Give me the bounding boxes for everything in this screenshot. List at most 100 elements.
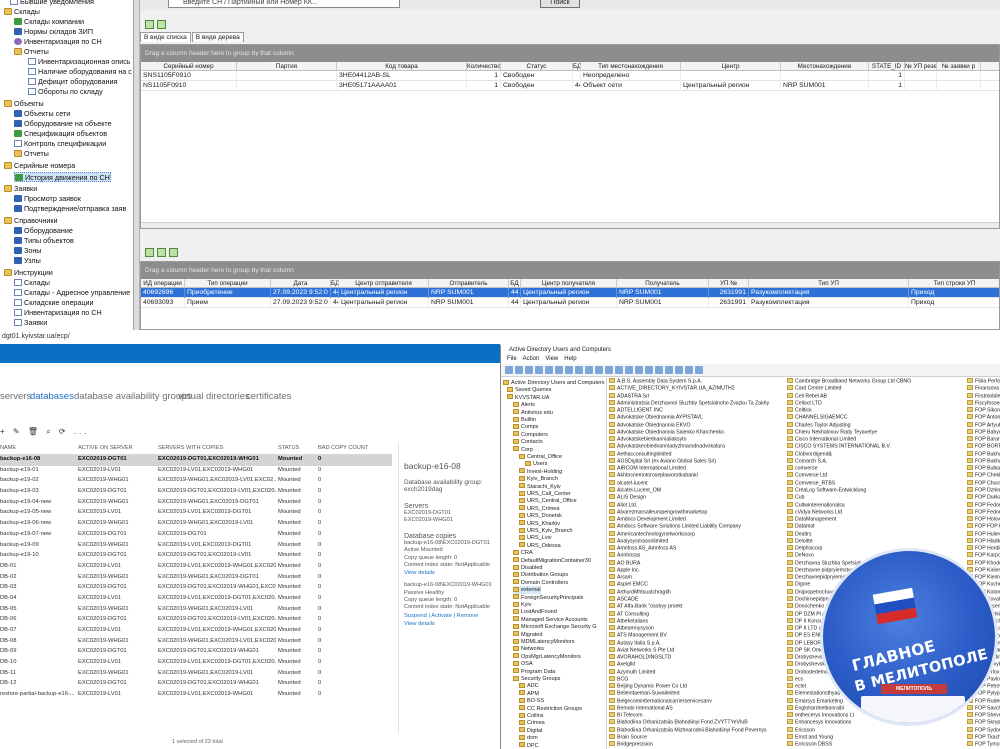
eac-toolbar[interactable]: + ✎ 🗑 ⌕ ⟳ ... — [0, 427, 90, 437]
ad-list-item[interactable]: Charles Taylor Adjusting — [787, 421, 963, 429]
ad-list-item[interactable]: FOP Bukhai — [967, 457, 1000, 465]
ad-list-item[interactable]: Blahodiina Orhanizatsiia Mizhnarodnii Bl… — [609, 726, 785, 734]
excel-export-icon[interactable] — [157, 20, 166, 29]
table-row[interactable]: DB-10 EXC02019-LV01 EXC02019-LV01,EXC02019… — [0, 658, 392, 669]
table-row[interactable]: backup-e16-08 EXC02019-DGT01 EXC02019-DGT0… — [0, 455, 392, 466]
toolbar-icon[interactable] — [595, 366, 603, 374]
toolbar-icon[interactable] — [645, 366, 653, 374]
ad-list-item[interactable]: Anntrosas — [609, 552, 785, 559]
ad-list-item[interactable]: Fiscyfossee — [967, 399, 1000, 407]
tree-node[interactable]: Оборудование на объекте — [14, 119, 112, 129]
menu-file[interactable]: File — [507, 356, 517, 362]
ad-list-item[interactable]: AO BURA — [609, 559, 785, 567]
toolbar-icon[interactable] — [625, 366, 633, 374]
ad-list-item[interactable]: Bemobi International AS — [609, 704, 785, 712]
serial-search-input[interactable]: Введите СН / Партийный или Номер КК... — [168, 0, 400, 8]
table-row[interactable]: backup-e19-01 EXC02019-LV01 EXC02019-LV01,… — [0, 466, 392, 477]
nav-certificates[interactable]: certificates — [246, 391, 291, 402]
toolbar-icon[interactable] — [505, 366, 513, 374]
table-row[interactable]: backup-e19-04-new EXC02019-WHG01 EXC02019-… — [0, 498, 392, 509]
ad-list-item[interactable]: FOP BORTN — [967, 443, 1000, 450]
ad-tree-node[interactable]: DPC — [519, 742, 539, 749]
tree-node[interactable]: Оборудование — [14, 226, 73, 236]
ad-list-item[interactable]: FOP Fedore — [967, 501, 1000, 509]
tab-list-view[interactable]: В виде списка — [140, 32, 191, 42]
ad-list-item[interactable]: FOP Huliev — [967, 530, 1000, 538]
ad-list-item[interactable]: Belgecomintternationalcarrierservicesanv — [609, 697, 785, 705]
nav-databases[interactable]: databases — [30, 391, 74, 402]
ad-list-item[interactable]: Cultwinterenationalsa — [787, 501, 963, 509]
ad-list-item[interactable]: FOP Fedore — [967, 508, 1000, 516]
ad-list-item[interactable]: FOP FOP Kot — [967, 523, 1000, 530]
ad-list-item[interactable]: BCG — [609, 675, 785, 683]
ad-list-item[interactable]: Aviat Networks S Pte Ltd — [609, 646, 785, 654]
ad-list-item[interactable]: A.B.S. Assembly Data System S.p.A. — [609, 378, 785, 385]
nav-servers[interactable]: servers — [0, 391, 31, 402]
ad-list-item[interactable]: Advokatske Obiednannia Saienko Kharchenk… — [609, 428, 785, 436]
ad-list-item[interactable]: Alcatel-Lucent_OM — [609, 486, 785, 494]
ad-list-item[interactable]: Amnfoss AS_Amnfoss AS — [609, 545, 785, 552]
ad-list-item[interactable]: comverse — [787, 465, 963, 472]
table-row[interactable]: DB-08 EXC02019-WHG01 EXC02019-WHG01,EXC020… — [0, 637, 392, 648]
table-row[interactable]: DB-03 EXC02019-DGT01 EXC02019-DGT01,EXC020… — [0, 583, 392, 594]
ad-list-item[interactable]: FOP Bukha — [967, 450, 1000, 458]
ad-list-item[interactable]: Blahodiina Orhanizatsiia Blahodiinyi Fon… — [609, 719, 785, 726]
ad-list-item[interactable]: Erricsson DBSS — [787, 741, 963, 748]
ad-list-item[interactable]: FOP Sikon — [967, 407, 1000, 414]
ad-list-item[interactable]: Alvarezmarsalleuropengrowthmarketop — [609, 508, 785, 516]
ad-list-item[interactable]: Celltick — [787, 407, 963, 414]
tree-node[interactable]: Типы объектов — [14, 236, 74, 246]
ad-list-item[interactable]: Apple Inc. — [609, 566, 785, 574]
ad-list-item[interactable]: FOP Dukka — [967, 494, 1000, 501]
tree-node[interactable]: Объекты — [4, 99, 44, 109]
ad-list-item[interactable]: FOP Bulkah — [967, 465, 1000, 472]
browser-url[interactable]: dgt01.kyivstar.ua/ecp/ — [0, 330, 500, 344]
ad-list-item[interactable]: Comarch S.A. — [787, 457, 963, 465]
ad-list-item[interactable]: AVORAHOLDINGSLTD — [609, 654, 785, 661]
ad-list-item[interactable]: Beileintaeman-Suwalimited — [609, 690, 785, 697]
group-by-bar[interactable]: Drag a column header here to group by th… — [141, 45, 999, 62]
ad-list-item[interactable]: Axelglkt — [609, 661, 785, 668]
ad-list-item[interactable]: Datamat — [787, 523, 963, 530]
toolbar-icon[interactable] — [545, 366, 553, 374]
column-header[interactable]: Местонахождение — [781, 62, 869, 71]
tree-node[interactable]: Спецификация объектов — [14, 129, 107, 139]
toolbar-icon[interactable] — [565, 366, 573, 374]
ad-list-item[interactable]: Aethacconsultinglimited — [609, 450, 785, 458]
table-row[interactable]: backup-e19-06-new EXC02019-WHG01 EXC02019-… — [0, 519, 392, 530]
column-header[interactable]: БД — [331, 279, 339, 288]
tree-node[interactable]: Инвентаризация по СН — [14, 37, 102, 47]
column-header[interactable]: Тип местонахождения — [581, 62, 681, 71]
ad-list-item[interactable]: Firstmobile — [967, 392, 1000, 400]
ad-list-item[interactable]: Azymuth Limited — [609, 668, 785, 676]
edit-icon[interactable] — [169, 248, 178, 257]
tree-node[interactable]: Наличие оборудования на с — [28, 67, 132, 77]
ad-list-item[interactable]: Cambridge Broadband Networks Group Ltd C… — [787, 378, 963, 385]
tree-node[interactable]: Узлы — [14, 256, 41, 266]
ad-list-item[interactable]: Amdocs Development Limited — [609, 516, 785, 523]
tree-node[interactable]: Склады - Адресное управление — [14, 288, 130, 298]
tree-node[interactable]: Справочники — [4, 216, 58, 226]
ad-list-item[interactable]: Atbeamnysyson — [609, 625, 785, 632]
copy2-view-details-link[interactable]: View details — [404, 620, 500, 628]
column-header[interactable]: ACTIVE ON SERVER — [78, 445, 133, 451]
tree-node[interactable]: Серийные номера — [4, 161, 75, 171]
ad-list-item[interactable]: Autasy Italia S.p.A. — [609, 639, 785, 647]
ad-list-item[interactable]: FOP Sydor — [967, 726, 1000, 734]
copy1-view-details-link[interactable]: View details — [404, 569, 500, 577]
toolbar-icon[interactable] — [655, 366, 663, 374]
ad-list-item[interactable]: Comverse Ltd — [787, 472, 963, 479]
ad-list-item[interactable]: Bridgeprecision — [609, 741, 785, 748]
column-header[interactable]: Партия — [237, 62, 337, 71]
tree-node[interactable]: История движения по СН — [14, 172, 111, 182]
tree-node[interactable]: Инвентаризационная опись — [28, 57, 131, 67]
ad-list-item[interactable]: FOP Tymo — [967, 741, 1000, 748]
ad-list-item[interactable]: AGSDigital Srl (ex Aviano Global Sales S… — [609, 457, 785, 465]
column-header[interactable]: Центр отправителя — [339, 279, 429, 288]
toolbar-icon[interactable] — [525, 366, 533, 374]
toolbar-icon[interactable] — [675, 366, 683, 374]
table-row[interactable]: backup-e19-03 EXC02019-DGT01 EXC02019-DGT0… — [0, 487, 392, 498]
ad-list-item[interactable]: CreaLog Software-Entwicklung — [787, 486, 963, 494]
ad-list-item[interactable]: FOP Dzhinl — [967, 486, 1000, 494]
tree-node[interactable]: Объекты сети — [14, 109, 70, 119]
